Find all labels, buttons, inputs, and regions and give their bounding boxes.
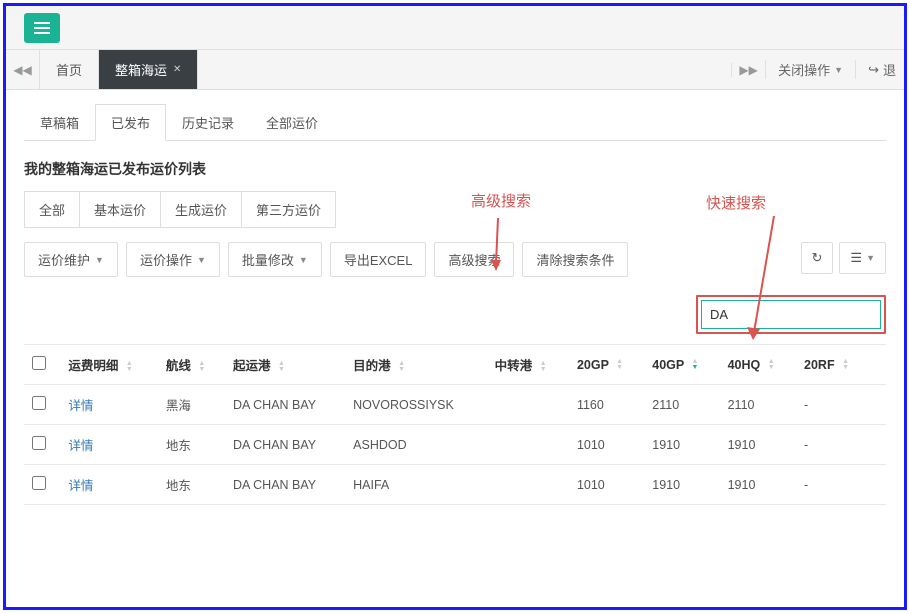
caret-down-icon: ▼ [299,255,308,265]
cell-40hq: 1910 [720,465,796,505]
toolbar: 运价维护 ▼ 运价操作 ▼ 批量修改 ▼ 导出EXCEL 高级搜索 清除搜索条件 [24,242,886,277]
cell-20gp: 1010 [569,465,644,505]
advanced-search-button[interactable]: 高级搜索 [434,242,514,277]
cell-20rf: - [796,425,870,465]
refresh-button[interactable]: ↻ [801,242,834,274]
cell-20gp: 1160 [569,385,644,425]
type-tabs: 全部基本运价生成运价第三方运价 [24,191,336,228]
logout-button[interactable]: ↪ 退 [855,60,904,79]
table-row: 详情地东DA CHAN BAYHAIFA101019101910- [24,465,886,505]
status-tab-1[interactable]: 已发布 [95,104,166,141]
close-icon[interactable]: ✕ [173,64,181,75]
logout-label: 退 [883,60,896,79]
cell-pod: ASHDOD [345,425,486,465]
cell-20gp: 1010 [569,425,644,465]
cell-pol: DA CHAN BAY [225,385,345,425]
column-header[interactable]: 中转港 ▲▼ [487,345,569,385]
refresh-icon: ↻ [812,250,823,266]
column-header[interactable]: 20RF ▲▼ [796,345,870,385]
cell-pod: NOVOROSSIYSK [345,385,486,425]
column-header[interactable]: 航线 ▲▼ [158,345,225,385]
cell-via [487,465,569,505]
cell-40gp: 1910 [644,465,719,505]
cell-40hq: 2110 [720,385,796,425]
row-checkbox[interactable] [32,396,46,410]
cell-route: 黑海 [158,385,225,425]
adv-search-label: 高级搜索 [448,250,500,269]
type-tab-2[interactable]: 生成运价 [161,192,242,227]
column-header[interactable]: 运费明细 ▲▼ [60,345,157,385]
close-ops-label: 关闭操作 [778,60,830,79]
cell-pol: DA CHAN BAY [225,465,345,505]
table-row: 详情地东DA CHAN BAYASHDOD101019101910- [24,425,886,465]
main-content: 草稿箱已发布历史记录全部运价 我的整箱海运已发布运价列表 全部基本运价生成运价第… [6,90,904,519]
detail-link[interactable]: 详情 [60,425,157,465]
rate-ops-label: 运价操作 [140,250,192,269]
quick-search-highlight [696,295,886,334]
column-header[interactable]: 20GP ▲▼ [569,345,644,385]
rate-table: 运费明细 ▲▼航线 ▲▼起运港 ▲▼目的港 ▲▼中转港 ▲▼20GP ▲▼40G… [24,344,886,505]
batch-edit-dropdown[interactable]: 批量修改 ▼ [228,242,322,277]
column-header[interactable]: 起运港 ▲▼ [225,345,345,385]
cell-40hq: 1910 [720,425,796,465]
tab-scroll-right-button[interactable]: ▶▶ [731,63,765,77]
column-header[interactable]: 目的港 ▲▼ [345,345,486,385]
batch-edit-label: 批量修改 [242,250,294,269]
column-header[interactable]: 40HQ ▲▼ [720,345,796,385]
cell-route: 地东 [158,425,225,465]
rate-maintain-dropdown[interactable]: 运价维护 ▼ [24,242,118,277]
type-tab-0[interactable]: 全部 [25,192,80,227]
tab-fcl-label: 整箱海运 [115,60,167,79]
select-all-checkbox[interactable] [32,356,46,370]
detail-link[interactable]: 详情 [60,385,157,425]
page-tab-row: ◀◀ 首页 整箱海运 ✕ ▶▶ 关闭操作 ▼ ↪ 退 [6,50,904,90]
hamburger-menu-button[interactable] [24,13,60,43]
caret-down-icon: ▼ [834,65,843,75]
cell-pod: HAIFA [345,465,486,505]
table-row: 详情黑海DA CHAN BAYNOVOROSSIYSK116021102110- [24,385,886,425]
caret-down-icon: ▼ [197,255,206,265]
caret-down-icon: ▼ [866,253,875,263]
cell-40gp: 2110 [644,385,719,425]
cell-20rf: - [796,465,870,505]
status-tab-2[interactable]: 历史记录 [166,104,250,141]
rate-maintain-label: 运价维护 [38,250,90,269]
tab-fcl-shipping[interactable]: 整箱海运 ✕ [99,50,198,89]
row-checkbox[interactable] [32,436,46,450]
tab-home-label: 首页 [56,60,82,79]
status-tabs: 草稿箱已发布历史记录全部运价 [24,104,886,141]
cell-via [487,385,569,425]
detail-link[interactable]: 详情 [60,465,157,505]
tab-home[interactable]: 首页 [40,50,99,89]
hamburger-icon [34,22,50,34]
list-icon: ☰ [850,250,862,266]
row-checkbox[interactable] [32,476,46,490]
cell-route: 地东 [158,465,225,505]
type-tab-1[interactable]: 基本运价 [80,192,161,227]
chevron-double-left-icon: ◀◀ [13,63,31,77]
clear-search-label: 清除搜索条件 [536,250,614,269]
panel-title: 我的整箱海运已发布运价列表 [24,159,886,179]
columns-dropdown[interactable]: ☰ ▼ [839,242,886,274]
cell-20rf: - [796,385,870,425]
logout-icon: ↪ [868,62,879,78]
search-input[interactable] [701,300,881,329]
status-tab-3[interactable]: 全部运价 [250,104,334,141]
close-operations-dropdown[interactable]: 关闭操作 ▼ [765,60,855,79]
cell-pol: DA CHAN BAY [225,425,345,465]
cell-40gp: 1910 [644,425,719,465]
status-tab-0[interactable]: 草稿箱 [24,104,95,141]
column-header[interactable]: 40GP ▲▼ [644,345,719,385]
cell-via [487,425,569,465]
export-label: 导出EXCEL [344,250,413,269]
tab-scroll-left-button[interactable]: ◀◀ [6,50,40,89]
chevron-double-right-icon: ▶▶ [739,63,757,77]
top-bar [6,6,904,50]
rate-ops-dropdown[interactable]: 运价操作 ▼ [126,242,220,277]
clear-search-button[interactable]: 清除搜索条件 [522,242,628,277]
type-tab-3[interactable]: 第三方运价 [242,192,335,227]
export-excel-button[interactable]: 导出EXCEL [330,242,427,277]
caret-down-icon: ▼ [95,255,104,265]
